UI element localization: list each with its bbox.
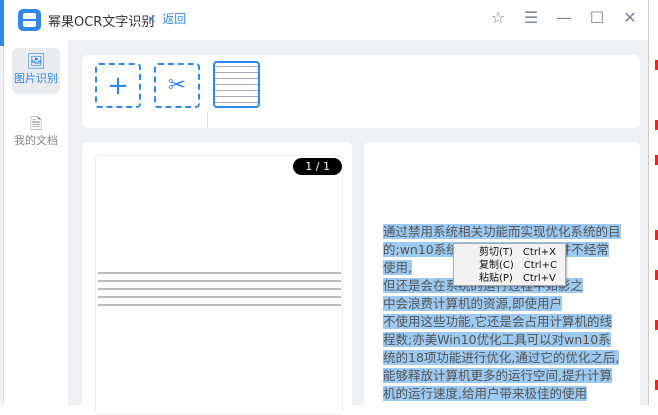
app-logo-icon — [18, 9, 41, 31]
star-icon[interactable]: ☆ — [488, 8, 508, 27]
sidebar-item-image-ocr[interactable]: 🖼 图片识别 — [12, 48, 60, 94]
back-button[interactable]: ‹ 返回 — [149, 7, 187, 29]
sidebar-item-my-documents[interactable]: 🗎 我的文档 — [12, 110, 60, 156]
menu-item-paste[interactable]: 粘贴(P) Ctrl+V — [479, 272, 565, 285]
image-icon: 🖼 — [26, 52, 46, 70]
sidebar-item-label: 我的文档 — [14, 134, 58, 147]
app-title: 幂果OCR文字识别 — [48, 15, 155, 30]
context-menu: 剪切(T) Ctrl+X 复制(C) Ctrl+C 粘贴(P) Ctrl+V — [453, 243, 566, 286]
menu-item-cut[interactable]: 剪切(T) Ctrl+X — [479, 246, 565, 259]
image-preview: 1 / 1 — [95, 155, 343, 415]
scissors-icon: ✂ — [167, 73, 187, 98]
sidebar-item-label: 图片识别 — [14, 72, 58, 85]
menu-item-copy[interactable]: 复制(C) Ctrl+C — [479, 259, 565, 272]
divider — [207, 112, 208, 128]
plus-icon: + — [107, 70, 129, 101]
title-bar: 幂果OCR文字识别 ‹ 返回 ☆ ☰ — ☐ ✕ — [4, 0, 648, 40]
document-icon: 🗎 — [29, 115, 43, 133]
menu-icon[interactable]: ☰ — [521, 8, 541, 27]
add-image-button[interactable]: + — [95, 63, 141, 108]
background-window-edge-right — [648, 0, 658, 405]
minimize-icon[interactable]: — — [554, 8, 574, 27]
crop-button[interactable]: ✂ — [154, 63, 200, 108]
maximize-icon[interactable]: ☐ — [587, 8, 607, 27]
chevron-left-icon: ‹ — [149, 7, 157, 29]
image-thumbnail[interactable] — [213, 61, 260, 108]
page-indicator: 1 / 1 — [293, 158, 342, 175]
image-preview-panel: 1 / 1 — [82, 142, 352, 415]
sidebar: 🖼 图片识别 🗎 我的文档 — [4, 40, 68, 405]
main-area: + ✂ 1 / 1 通过禁用系统相关功能而实现优化系统的目 的;wn10系统中有很… — [68, 40, 648, 415]
preview-text-image — [98, 270, 341, 306]
back-label: 返回 — [162, 12, 187, 26]
image-toolbar: + ✂ — [82, 55, 640, 128]
close-icon[interactable]: ✕ — [620, 8, 640, 27]
